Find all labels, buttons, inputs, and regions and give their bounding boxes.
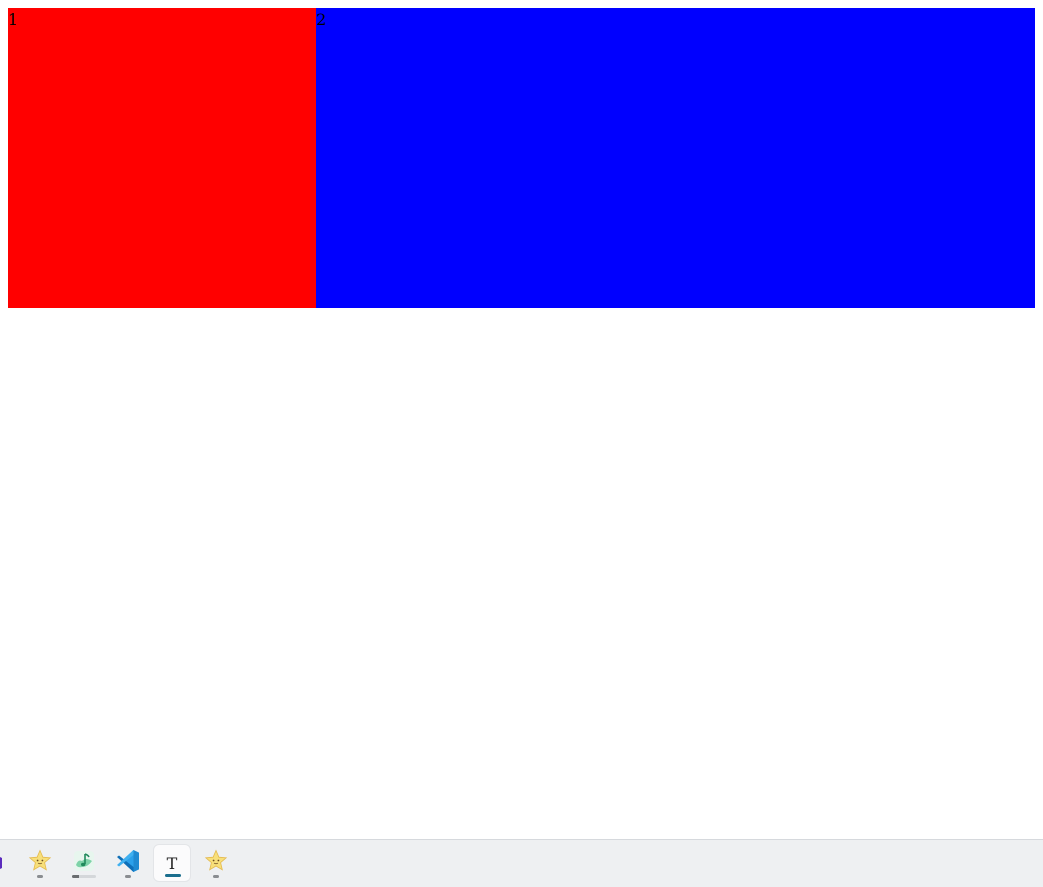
taskbar-star-app-2[interactable] bbox=[197, 844, 235, 882]
running-indicator bbox=[125, 875, 131, 878]
music-note-icon bbox=[72, 849, 96, 878]
flex-container: 1 2 bbox=[8, 8, 1035, 308]
box-1-label: 1 bbox=[8, 10, 19, 29]
taskbar: T bbox=[0, 839, 1043, 887]
page: 1 2 T bbox=[0, 0, 1043, 887]
taskbar-star-app[interactable] bbox=[21, 844, 59, 882]
star-face-icon bbox=[28, 848, 52, 878]
running-indicator bbox=[37, 875, 43, 878]
box-2: 2 bbox=[316, 8, 1035, 308]
purple-app-icon[interactable] bbox=[0, 852, 8, 874]
taskbar-vscode[interactable] bbox=[109, 844, 147, 882]
box-2-label: 2 bbox=[316, 10, 327, 29]
taskbar-typora[interactable]: T bbox=[153, 844, 191, 882]
star-face-icon bbox=[204, 848, 228, 878]
running-indicator bbox=[213, 875, 219, 878]
box-1: 1 bbox=[8, 8, 316, 308]
taskbar-music-app[interactable] bbox=[65, 844, 103, 882]
progress-fill bbox=[72, 875, 80, 878]
typora-icon: T bbox=[166, 853, 178, 873]
progress-indicator bbox=[72, 875, 96, 878]
vscode-icon bbox=[115, 848, 141, 879]
active-indicator bbox=[165, 874, 181, 877]
